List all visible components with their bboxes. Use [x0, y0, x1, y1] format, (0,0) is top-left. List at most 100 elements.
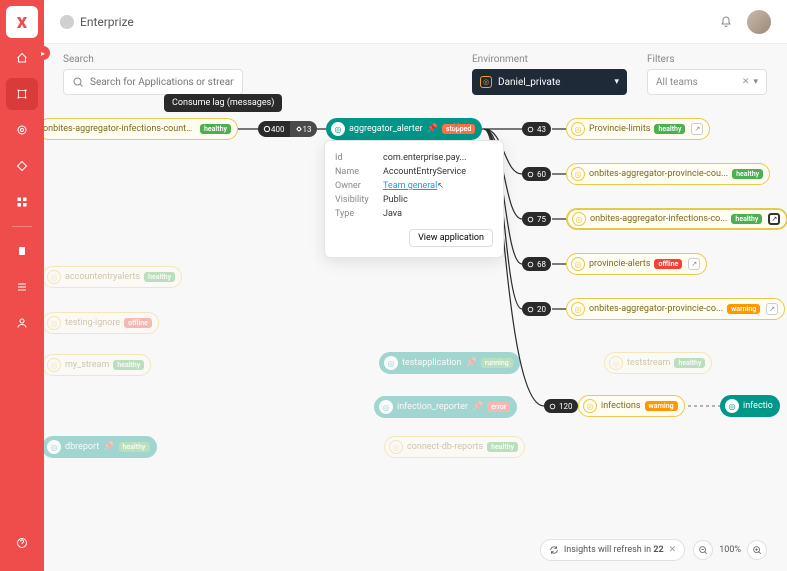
- environment-icon: ◎: [480, 76, 492, 88]
- external-icon[interactable]: ↗: [688, 258, 700, 270]
- dismiss-icon[interactable]: ✕: [669, 545, 677, 555]
- view-application-button[interactable]: View application: [409, 229, 493, 247]
- search-box[interactable]: [63, 69, 243, 95]
- external-icon[interactable]: ↗: [768, 213, 780, 225]
- refresh-icon: [549, 545, 559, 555]
- downstream-node[interactable]: ◎ provincie-alerts offline ↗: [566, 253, 707, 275]
- status-badge: warning: [645, 401, 678, 411]
- faded-node[interactable]: ◎connect-db-reportshealthy: [384, 436, 525, 458]
- chevron-down-icon: ▾: [753, 77, 758, 87]
- count-pill[interactable]: 20: [522, 302, 551, 316]
- count-pill[interactable]: 68: [522, 257, 551, 271]
- lag-pill[interactable]: 400 13: [258, 121, 317, 137]
- tooltip: Consume lag (messages): [164, 94, 282, 112]
- status-badge: healthy: [654, 124, 685, 134]
- workspace-name: Enterprize: [80, 15, 134, 29]
- app-icon: ◎: [331, 122, 345, 136]
- owner-link[interactable]: Team general: [383, 181, 437, 191]
- rail-home-icon[interactable]: [6, 42, 38, 74]
- refresh-status: Insights will refresh in 22 ✕: [540, 539, 685, 561]
- logo[interactable]: X: [6, 6, 38, 38]
- zoom-in-button[interactable]: [747, 540, 767, 560]
- stream-icon: ◎: [571, 122, 585, 136]
- topbar: Enterprize: [44, 0, 787, 44]
- search-label: Search: [63, 54, 243, 65]
- stream-icon: ◎: [571, 167, 585, 181]
- node-popover: Idcom.enterprise.pay... NameAccountEntry…: [324, 140, 504, 258]
- status-bar: Insights will refresh in 22 ✕ 100%: [540, 539, 767, 561]
- stream-icon: ◎: [571, 257, 585, 271]
- upstream-node[interactable]: onbites-aggregator-infections-counts-rep…: [44, 118, 238, 140]
- status-badge: healthy: [731, 214, 762, 224]
- status-badge: healthy: [200, 124, 231, 134]
- node-label: onbites-aggregator-provincie-co...: [589, 304, 723, 314]
- clear-filter-icon[interactable]: ✕: [742, 77, 750, 87]
- downstream-node[interactable]: ◎ onbites-aggregator-provincie-cou... he…: [566, 163, 770, 185]
- team-value: All teams: [656, 77, 698, 88]
- status-badge: offline: [654, 259, 682, 269]
- filters-label: Filters: [647, 54, 767, 65]
- filters-row: Search Environment ◎ Daniel_private ▾ Fi…: [63, 54, 767, 95]
- stream-icon: ◎: [583, 399, 597, 413]
- faded-node[interactable]: ◎testing-ignoreoffline: [44, 312, 159, 334]
- close-icon[interactable]: [507, 125, 521, 139]
- count-pill[interactable]: 60: [522, 167, 551, 181]
- stream-icon: ◎: [572, 212, 586, 226]
- node-label: Provincie-limits: [589, 124, 650, 134]
- node-label: onbites-aggregator-infections-co...: [590, 214, 727, 224]
- faded-node[interactable]: ◎accountentryalertshealthy: [44, 266, 182, 288]
- faded-node[interactable]: ◎testapplication📌running: [379, 352, 520, 374]
- count-pill[interactable]: 75: [522, 212, 551, 226]
- pin-icon: 📌: [427, 124, 438, 134]
- zoom-out-button[interactable]: [693, 540, 713, 560]
- external-icon[interactable]: ↗: [766, 303, 778, 315]
- search-input[interactable]: [90, 77, 234, 88]
- graph-canvas[interactable]: Consume lag (messages) onbites-aggregato…: [44, 94, 787, 571]
- downstream-node[interactable]: ◎ onbites-aggregator-infections-co... he…: [566, 208, 787, 230]
- downstream-node[interactable]: ◎ onbites-aggregator-provincie-co... war…: [566, 298, 785, 320]
- left-rail: X: [0, 0, 44, 571]
- faded-node[interactable]: ◎dbreport📌healthy: [44, 436, 157, 458]
- rail-user-icon[interactable]: [6, 307, 38, 339]
- lag-consume: 400: [258, 121, 290, 137]
- downstream-node[interactable]: ◎ infections warning: [578, 395, 685, 417]
- downstream-node[interactable]: ◎ Provincie-limits healthy ↗: [566, 118, 710, 140]
- close-selection-icon[interactable]: ✕: [452, 121, 460, 132]
- avatar[interactable]: [747, 10, 771, 34]
- workspace-selector[interactable]: Enterprize: [60, 15, 134, 29]
- rail-help-icon[interactable]: [6, 527, 38, 559]
- notifications-icon[interactable]: [717, 13, 735, 31]
- count-pill[interactable]: 43: [522, 122, 551, 136]
- faded-node[interactable]: ◎my_streamhealthy: [44, 354, 151, 376]
- status-badge: healthy: [732, 169, 763, 179]
- lag-produce: 13: [290, 121, 317, 137]
- external-icon[interactable]: ↗: [691, 123, 703, 135]
- status-badge: warning: [727, 304, 760, 314]
- rail-clipboard-icon[interactable]: [6, 235, 38, 267]
- zoom-controls: 100%: [693, 540, 767, 560]
- team-select[interactable]: All teams ✕ ▾: [647, 69, 767, 95]
- faded-node[interactable]: ◎infectio: [720, 395, 780, 417]
- chevron-down-icon: ▾: [614, 77, 619, 87]
- node-label: onbites-aggregator-infections-counts-rep…: [44, 124, 196, 134]
- node-label: onbites-aggregator-provincie-cou...: [589, 169, 728, 179]
- faded-node[interactable]: ◎teststreamhealthy: [604, 352, 712, 374]
- faded-node[interactable]: ◎infection_reporter📌error: [374, 396, 517, 418]
- environment-value: Daniel_private: [498, 77, 560, 88]
- workspace-icon: [60, 15, 74, 29]
- rail-expand-icon[interactable]: ▸: [36, 46, 50, 60]
- node-label: provincie-alerts: [589, 259, 650, 269]
- environment-label: Environment: [472, 54, 627, 65]
- stream-icon: ◎: [571, 302, 585, 316]
- node-label: infections: [601, 401, 641, 411]
- rail-graph-icon[interactable]: [6, 78, 38, 110]
- search-icon: [72, 76, 84, 88]
- rail-target-icon[interactable]: [6, 114, 38, 146]
- rail-grid-icon[interactable]: [6, 186, 38, 218]
- environment-select[interactable]: ◎ Daniel_private ▾: [472, 69, 627, 95]
- zoom-value: 100%: [719, 545, 741, 555]
- node-label: aggregator_alerter: [349, 124, 423, 134]
- count-pill[interactable]: 120: [544, 399, 578, 413]
- rail-diamond-icon[interactable]: [6, 150, 38, 182]
- rail-list-icon[interactable]: [6, 271, 38, 303]
